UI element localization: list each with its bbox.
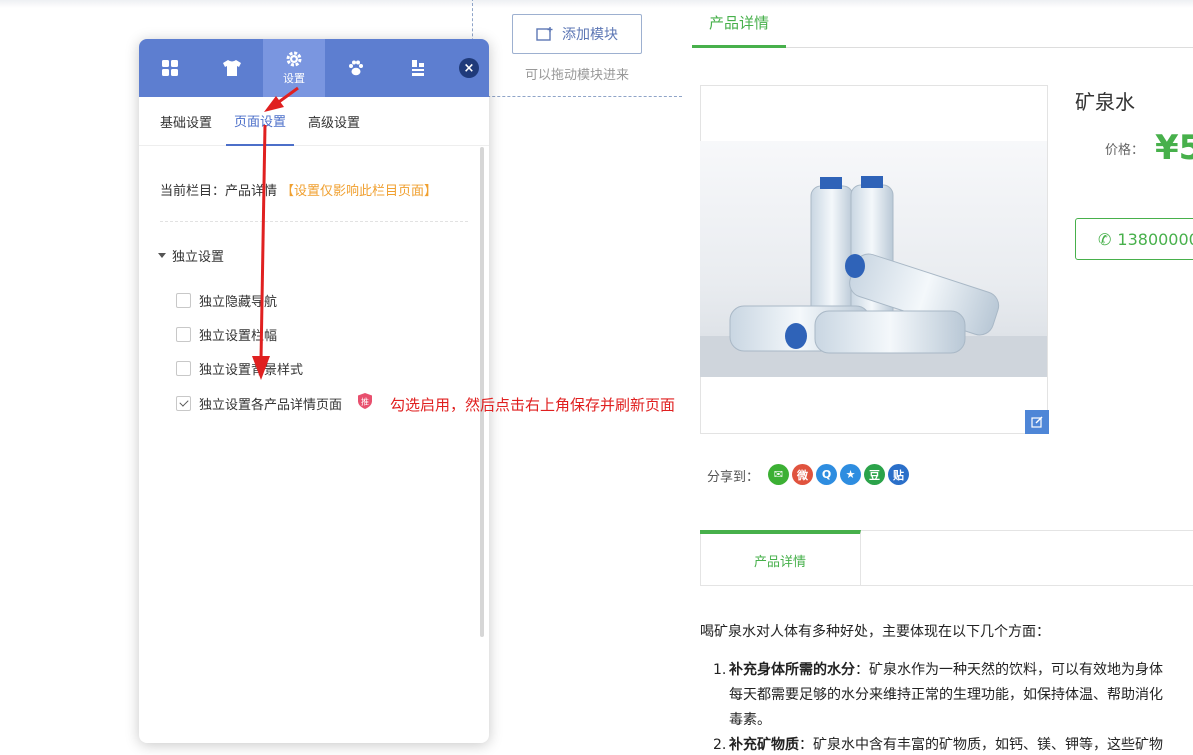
settings-subtabs: 基础设置 页面设置 高级设置 [139,97,489,146]
edit-image-button[interactable] [1025,410,1049,434]
manage-icon [412,60,424,76]
hide-nav-checkbox[interactable] [176,293,191,308]
settings-panel: 设置 × 基础设置 页面设置 高级设置 当前栏目：产品详情 【设置仅影响此栏目页… [139,39,489,743]
option-label: 独立设置栏幅 [199,329,278,344]
tieba-icon[interactable]: 贴 [888,464,909,485]
list-item: 2. 补充矿物质：矿泉水中含有丰富的矿物质，如钙、镁、钾等，这些矿物 [713,737,1163,753]
product-detail-checkbox[interactable] [176,396,191,411]
product-photo [700,141,1047,377]
price-label: 价格： [1105,143,1145,158]
background-checkbox[interactable] [176,361,191,376]
editor-canvas: 添加模块 可以拖动模块进来 产品详情 矿泉水 价格： ¥5 ✆ 13800000… [0,0,1193,755]
phone-icon: ✆ [1098,229,1112,249]
add-module-label: 添加模块 [562,27,618,43]
settings-tab[interactable]: 设置 [263,39,325,97]
current-column-label: 当前栏目：产品详情 [160,184,278,199]
close-panel-button[interactable]: × [459,58,479,78]
list-item: 1. 补充身体所需的水分：矿泉水作为一种天然的饮料，可以有效地为身体 每天都需要… [713,662,1163,728]
svg-text:推: 推 [361,397,369,407]
section-independent-settings[interactable]: 独立设置 [158,246,224,265]
panel-scrollbar[interactable] [480,147,484,637]
section-title: 独立设置 [172,250,225,265]
wechat-icon[interactable]: ✉ [768,464,789,485]
add-module-hint: 可以拖动模块进来 [524,68,629,83]
price-value: ¥5 [1155,128,1193,168]
description-list: 1. 补充身体所需的水分：矿泉水作为一种天然的饮料，可以有效地为身体 每天都需要… [713,658,1193,755]
share-label: 分享到： [707,470,760,485]
option-banner: 独立设置栏幅 [176,325,277,344]
shirt-icon [223,60,241,76]
option-product-detail-page: 独立设置各产品详情页面 [176,394,342,413]
divider [160,221,468,222]
phone-button[interactable]: ✆ 13800000 [1075,218,1193,260]
paw-icon [349,60,363,76]
current-column-note: 【设置仅影响此栏目页面】 [281,184,438,199]
add-module-icon [536,27,553,41]
douban-icon[interactable]: 豆 [864,464,885,485]
product-title: 矿泉水 [1075,90,1135,114]
tab-product-detail[interactable]: 产品详情 [692,0,786,48]
weibo-icon[interactable]: 微 [792,464,813,485]
theme-tab[interactable] [201,39,263,97]
option-label: 独立设置背景样式 [199,363,304,378]
paw-tab[interactable] [325,39,387,97]
banner-checkbox[interactable] [176,327,191,342]
qq-icon[interactable]: Q [816,464,837,485]
option-hide-nav: 独立隐藏导航 [176,291,277,310]
option-label: 独立设置各产品详情页面 [199,398,343,413]
gear-icon [286,51,302,67]
option-label: 独立隐藏导航 [199,295,278,310]
description-intro: 喝矿泉水对人体有多种好处，主要体现在以下几个方面： [700,624,1050,640]
tab-detail[interactable]: 产品详情 [700,530,861,586]
tab-advanced-settings[interactable]: 高级设置 [300,97,368,146]
shield-icon: 推 [358,393,372,409]
modules-tab[interactable] [139,39,201,97]
add-module-button[interactable]: 添加模块 [512,14,642,54]
tab-page-settings[interactable]: 页面设置 [226,97,295,146]
current-column: 当前栏目：产品详情 【设置仅影响此栏目页面】 [160,180,437,199]
caret-down-icon [158,253,166,258]
recommend-badge: 推 [356,392,374,410]
phone-number: 13800000 [1117,229,1193,249]
tab-basic-settings[interactable]: 基础设置 [152,97,220,146]
manage-tab[interactable] [387,39,449,97]
qzone-icon[interactable]: ★ [840,464,861,485]
option-background: 独立设置背景样式 [176,359,303,378]
close-icon: × [463,60,475,76]
panel-header: 设置 × [139,39,489,97]
edit-icon [1031,416,1043,428]
modules-icon [162,60,178,76]
settings-tab-label: 设置 [283,72,305,85]
share-icons: ✉ 微 Q ★ 豆贴 [768,464,909,485]
instruction-annotation: 勾选启用，然后点击右上角保存并刷新页面 [390,396,676,414]
water-bottles-image [700,176,1047,377]
